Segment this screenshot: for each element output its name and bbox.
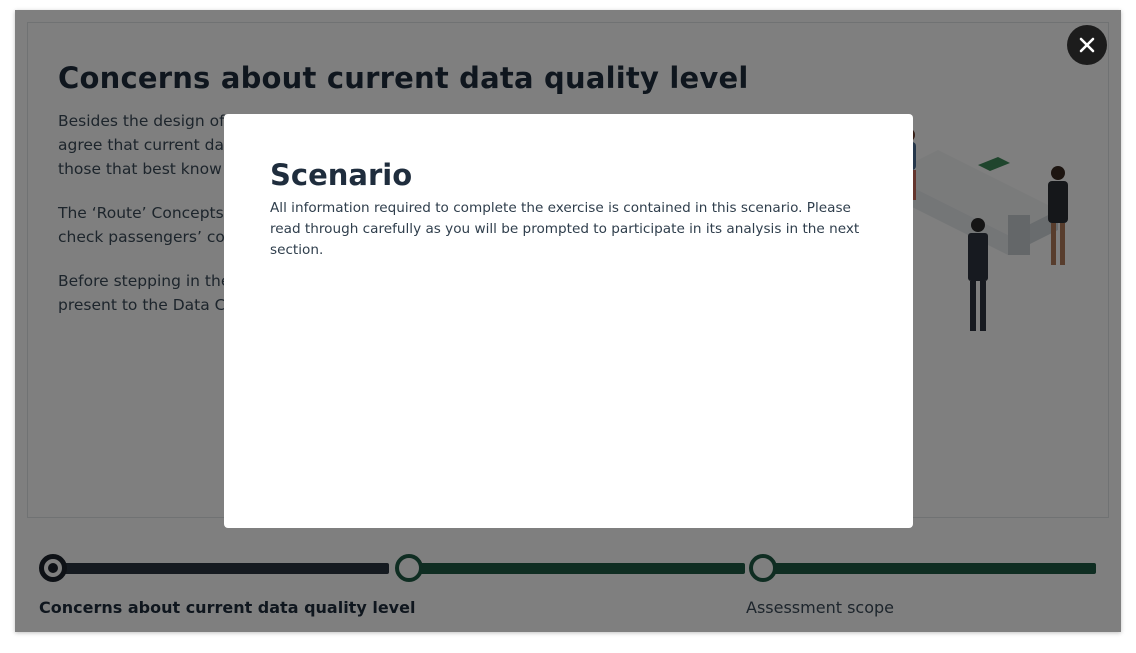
modal-body-text: All information required to complete the…: [270, 200, 860, 258]
modal-title: Scenario: [270, 158, 413, 192]
close-icon: [1079, 37, 1095, 53]
scenario-modal: Scenario All information required to com…: [224, 114, 913, 528]
lesson-frame: Concerns about current data quality leve…: [15, 10, 1121, 632]
close-button[interactable]: [1067, 25, 1107, 65]
